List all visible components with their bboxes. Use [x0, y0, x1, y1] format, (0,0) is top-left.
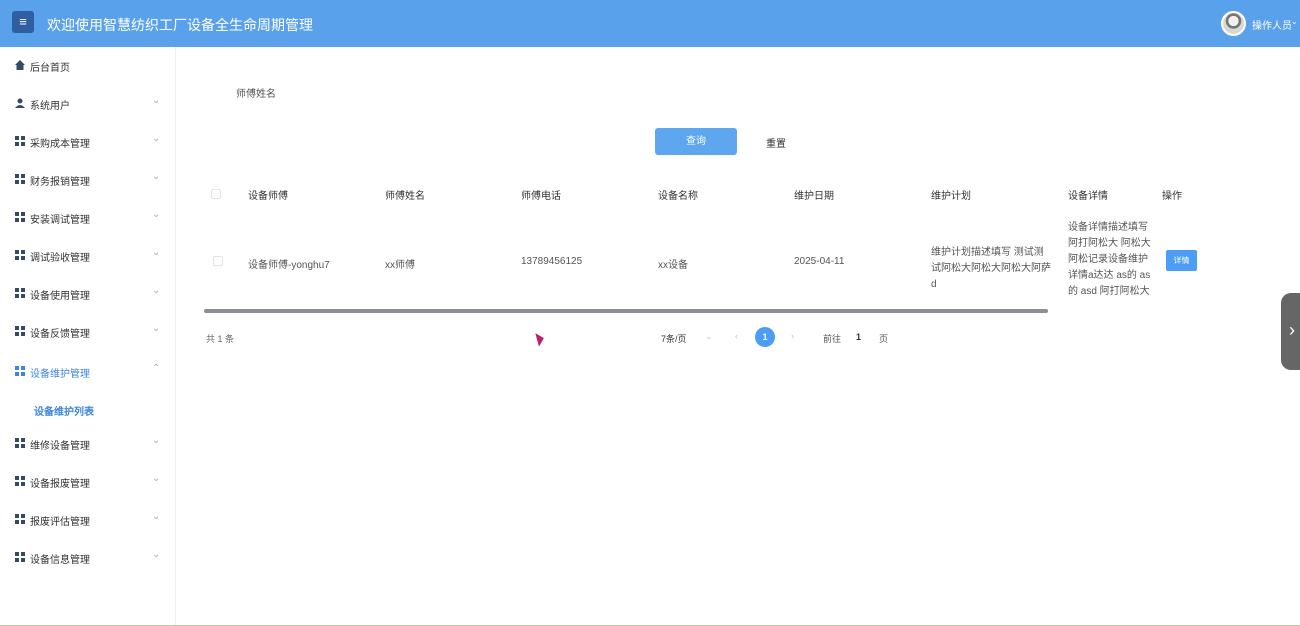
- main-content: 师傅姓名 查询 重置 设备师傅 师傅姓名 师傅电话 设备名称 维护日期 维护计划…: [176, 47, 1300, 626]
- chevron-down-icon: ⌄: [152, 95, 161, 106]
- previous-page-button[interactable]: ‹: [735, 331, 738, 341]
- column-header-master-phone: 师傅电话: [521, 191, 561, 202]
- sidebar-item-scrap-evaluation[interactable]: 报废评估管理 ⌄: [0, 501, 176, 537]
- table-horizontal-scrollbar[interactable]: [204, 309, 1048, 313]
- column-header-master-name: 师傅姓名: [385, 191, 425, 202]
- sidebar-item-label: 设备报废管理: [30, 479, 90, 490]
- chevron-down-icon: ⌄: [152, 435, 161, 446]
- sidebar-item-label: 财务报销管理: [30, 177, 90, 188]
- sidebar-item-equipment-usage[interactable]: 设备使用管理 ⌄: [0, 275, 176, 311]
- sidebar-item-installation-debug[interactable]: 安装调试管理 ⌄: [0, 199, 176, 235]
- chevron-down-icon[interactable]: ⌄: [705, 331, 713, 342]
- table-cell-device-master: 设备师傅-yonghu7: [248, 260, 330, 271]
- chevron-up-icon: ⌃: [152, 363, 161, 374]
- column-header-maintenance-date: 维护日期: [794, 191, 834, 202]
- sidebar-item-label: 设备信息管理: [30, 555, 90, 566]
- table-cell-master-name: xx师傅: [385, 260, 415, 271]
- sidebar-item-financial-reimbursement[interactable]: 财务报销管理 ⌄: [0, 161, 176, 197]
- sidebar-item-procurement-cost[interactable]: 采购成本管理 ⌄: [0, 123, 176, 159]
- column-header-device-master: 设备师傅: [248, 191, 288, 202]
- sidebar-item-label: 后台首页: [30, 63, 70, 74]
- goto-label: 前往: [823, 334, 842, 344]
- grid-icon: [15, 174, 25, 184]
- next-page-button[interactable]: ›: [791, 331, 794, 341]
- chevron-down-icon: ⌄: [152, 511, 161, 522]
- sidebar-item-equipment-info[interactable]: 设备信息管理 ⌄: [0, 539, 176, 575]
- table-cell-device-details: 设备详情描述填写 阿打阿松大 阿松大阿松记录设备维护详情a达达 as的 as的 …: [1068, 222, 1151, 297]
- grid-icon: [15, 326, 25, 336]
- sidebar-item-home[interactable]: 后台首页: [0, 47, 176, 83]
- master-name-filter-label: 师傅姓名: [236, 89, 276, 100]
- goto-page-input[interactable]: 1: [856, 332, 861, 342]
- sidebar-item-equipment-feedback[interactable]: 设备反馈管理 ⌄: [0, 313, 176, 349]
- chevron-down-icon: ⌄: [152, 549, 161, 560]
- grid-icon: [15, 136, 25, 146]
- app-title: 欢迎使用智慧纺织工厂设备全生命周期管理: [47, 17, 313, 33]
- grid-icon: [15, 514, 25, 524]
- grid-icon: [15, 212, 25, 222]
- chevron-down-icon: ⌄: [152, 209, 161, 220]
- chevron-down-icon: ⌄: [152, 473, 161, 484]
- chevron-down-icon: ⌄: [152, 171, 161, 182]
- sidebar-item-acceptance[interactable]: 调试验收管理 ⌄: [0, 237, 176, 273]
- current-page-button[interactable]: 1: [755, 327, 775, 347]
- person-icon: [15, 98, 25, 108]
- grid-icon: [15, 476, 25, 486]
- column-header-maintenance-plan: 维护计划: [931, 191, 971, 202]
- table-cell-device-name: xx设备: [658, 260, 688, 271]
- chevron-down-icon: ⌄: [152, 285, 161, 296]
- detail-button[interactable]: 详情: [1166, 250, 1197, 271]
- sidebar-item-label: 设备使用管理: [30, 291, 90, 302]
- top-navigation-bar: ≡ 欢迎使用智慧纺织工厂设备全生命周期管理 操作人员 ⌄: [0, 0, 1300, 47]
- row-checkbox[interactable]: [213, 256, 223, 266]
- user-menu-label[interactable]: 操作人员: [1252, 17, 1292, 32]
- sidebar-item-label: 设备维护管理: [30, 369, 90, 380]
- sidebar-item-system-users[interactable]: 系统用户 ⌄: [0, 85, 176, 121]
- chevron-right-icon[interactable]: ›: [1289, 320, 1295, 341]
- select-all-checkbox[interactable]: [211, 189, 221, 199]
- pagination: 7条/页 ⌄ ‹ 1 › 前往 1 页: [657, 327, 917, 347]
- page-size-select[interactable]: 7条/页: [661, 332, 687, 345]
- table-cell-maintenance-date: 2025-04-11: [794, 256, 845, 267]
- user-avatar[interactable]: [1221, 11, 1246, 36]
- home-icon: [15, 60, 25, 70]
- sidebar-item-label: 报废评估管理: [30, 517, 90, 528]
- sidebar-item-label: 安装调试管理: [30, 215, 90, 226]
- menu-toggle-icon[interactable]: ≡: [12, 11, 34, 33]
- column-header-actions: 操作: [1162, 191, 1182, 202]
- chevron-down-icon: ⌄: [152, 323, 161, 334]
- table-cell-master-phone: 13789456125: [521, 256, 583, 267]
- grid-icon: [15, 250, 25, 260]
- sidebar-item-repair-equipment[interactable]: 维修设备管理 ⌄: [0, 425, 176, 461]
- grid-icon: [15, 366, 25, 376]
- sidebar: 后台首页 系统用户 ⌄ 采购成本管理 ⌄ 财务报销管理 ⌄ 安装调试管理 ⌄ 调…: [0, 47, 176, 626]
- table-cell-maintenance-plan: 维护计划描述填写 测试测试阿松大阿松大阿松大阿萨d: [931, 247, 1051, 290]
- sidebar-item-equipment-scrap[interactable]: 设备报废管理 ⌄: [0, 463, 176, 499]
- total-count: 共 1 条: [206, 334, 235, 344]
- grid-icon: [15, 552, 25, 562]
- grid-icon: [15, 288, 25, 298]
- query-button[interactable]: 查询: [655, 128, 737, 155]
- reset-button[interactable]: 重置: [766, 135, 786, 150]
- page-unit-label: 页: [879, 334, 889, 344]
- sidebar-item-label: 维修设备管理: [30, 441, 90, 452]
- column-header-device-details: 设备详情: [1068, 191, 1108, 202]
- sidebar-item-label: 调试验收管理: [30, 253, 90, 264]
- column-header-device-name: 设备名称: [658, 191, 698, 202]
- sidebar-item-label: 系统用户: [30, 101, 70, 112]
- sidebar-item-equipment-maintenance[interactable]: 设备维护管理 ⌃: [0, 353, 176, 389]
- chevron-down-icon: ⌄: [152, 133, 161, 144]
- sidebar-subitem-maintenance-list[interactable]: 设备维护列表: [34, 403, 94, 418]
- chevron-down-icon: ⌄: [152, 247, 161, 258]
- sidebar-item-label: 设备反馈管理: [30, 329, 90, 340]
- grid-icon: [15, 438, 25, 448]
- sidebar-item-label: 采购成本管理: [30, 139, 90, 150]
- chevron-down-icon[interactable]: ⌄: [1291, 17, 1298, 26]
